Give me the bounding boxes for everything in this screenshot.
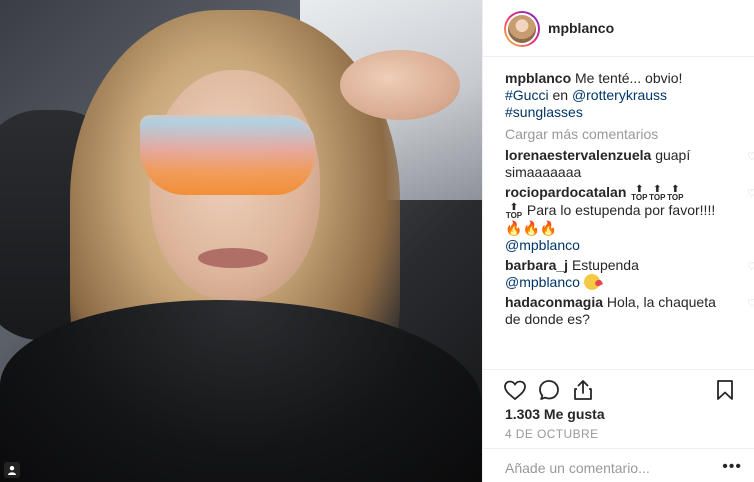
mention-link[interactable]: @mpblanco — [505, 237, 580, 253]
heart-icon[interactable]: ♡ — [747, 261, 754, 273]
share-icon[interactable] — [571, 378, 595, 402]
top-emoji-label: TOP — [649, 192, 666, 202]
leather-jacket — [0, 300, 482, 482]
comment-text: Estupenda — [571, 256, 639, 273]
fire-emoji-icon: 🔥 — [522, 219, 540, 236]
avatar[interactable] — [504, 11, 540, 47]
comment-text: Para lo estupenda por favor!!!! — [526, 201, 716, 218]
hashtag-link[interactable]: #Gucci — [505, 87, 549, 103]
post-photo[interactable] — [0, 0, 482, 482]
bookmark-icon[interactable] — [713, 378, 737, 402]
caption: mpblanco Me tenté... obvio! #Gucci en @r… — [505, 70, 745, 121]
top-emoji-icon: ⬆ TOP — [649, 183, 666, 202]
comment-item: rociopardocatalan ⬆ TOP ⬆ TOP ⬆ TOP ⬆ TOP Para… — [505, 183, 754, 254]
post-header: mpblanco — [483, 0, 754, 57]
hand — [340, 50, 460, 120]
post-date: 4 DE OCTUBRE — [505, 427, 599, 441]
top-emoji-label: TOP — [505, 210, 523, 220]
comments-list: mpblanco Me tenté... obvio! #Gucci en @r… — [505, 70, 754, 331]
comment-item: hadaconmagia Hola, la chaqueta de donde … — [505, 294, 754, 328]
lips — [198, 248, 268, 268]
kiss-emoji-icon — [583, 273, 600, 290]
sunglasses — [140, 115, 315, 195]
load-more-comments[interactable]: Cargar más comentarios — [505, 126, 745, 143]
divider — [483, 369, 754, 370]
fire-emoji-icon: 🔥 — [505, 219, 523, 236]
heart-icon[interactable]: ♡ — [747, 298, 754, 310]
comment-user[interactable]: barbara_j — [505, 257, 568, 273]
fire-emoji-icon: 🔥 — [539, 219, 558, 236]
comment-item: barbara_j Estupenda @mpblanco ♡ — [505, 256, 754, 291]
heart-icon[interactable] — [503, 378, 527, 402]
user-tag-icon[interactable] — [4, 462, 20, 478]
comment-user[interactable]: lorenaestervalenzuela — [505, 147, 651, 163]
heart-icon[interactable]: ♡ — [747, 189, 754, 200]
divider — [483, 448, 754, 449]
top-emoji-label: TOP — [667, 192, 684, 202]
comment-user[interactable]: hadaconmagia — [505, 294, 603, 310]
heart-icon[interactable]: ♡ — [747, 152, 754, 163]
comment-item: lorenaestervalenzuela guapí simaaaaaaa ♡ — [505, 147, 754, 181]
comment-user[interactable]: rociopardocatalan — [505, 184, 626, 200]
caption-user[interactable]: mpblanco — [505, 70, 571, 86]
top-emoji-icon: ⬆ TOP — [631, 183, 648, 202]
username-link[interactable]: mpblanco — [548, 20, 614, 36]
post-side-panel: mpblanco mpblanco Me tenté... obvio! #Gu… — [482, 0, 754, 482]
hashtag-link[interactable]: #sunglasses — [505, 104, 583, 120]
caption-text: Me tenté... obvio! — [575, 70, 683, 86]
mention-link[interactable]: @rotterykrauss — [572, 87, 667, 103]
top-emoji-label: TOP — [631, 192, 648, 202]
action-bar — [503, 378, 743, 404]
mention-link[interactable]: @mpblanco — [505, 274, 580, 290]
more-options-icon[interactable]: ••• — [722, 458, 742, 476]
top-emoji-icon: ⬆ TOP — [505, 201, 523, 220]
top-emoji-icon: ⬆ TOP — [667, 183, 684, 202]
comment-icon[interactable] — [537, 378, 561, 402]
likes-count[interactable]: 1.303 Me gusta — [505, 406, 605, 422]
add-comment-input[interactable]: Añade un comentario... — [505, 460, 650, 476]
caption-in: en — [552, 87, 569, 103]
